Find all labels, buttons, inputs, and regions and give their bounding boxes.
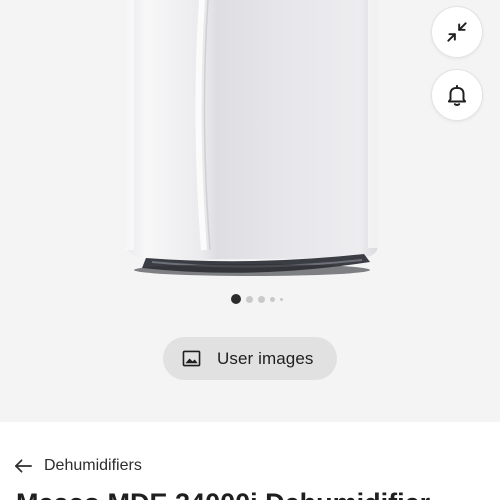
product-page: User images Dehumidifiers Meaco MDE 2400…: [0, 0, 500, 500]
pagination-dot[interactable]: [258, 295, 265, 303]
breadcrumb-label[interactable]: Dehumidifiers: [44, 457, 142, 475]
pagination-dot[interactable]: [270, 296, 275, 302]
image-icon: [182, 350, 201, 367]
product-title: Meaco MDE 24000i Dehumidifier: [16, 488, 430, 500]
image-gallery[interactable]: User images: [0, 0, 500, 422]
pagination-dot-active[interactable]: [231, 294, 241, 304]
collapse-arrows-icon: [447, 22, 467, 42]
user-images-button[interactable]: User images: [163, 337, 337, 380]
breadcrumb[interactable]: Dehumidifiers: [14, 455, 142, 477]
product-image: [126, 0, 378, 276]
gallery-pagination: [231, 294, 283, 304]
user-images-label: User images: [217, 348, 314, 368]
pagination-dot[interactable]: [280, 297, 283, 301]
bell-icon: [447, 84, 467, 106]
collapse-button[interactable]: [431, 6, 483, 58]
pagination-dot[interactable]: [246, 295, 253, 303]
arrow-left-icon: [15, 459, 32, 473]
price-alert-button[interactable]: [431, 69, 483, 121]
